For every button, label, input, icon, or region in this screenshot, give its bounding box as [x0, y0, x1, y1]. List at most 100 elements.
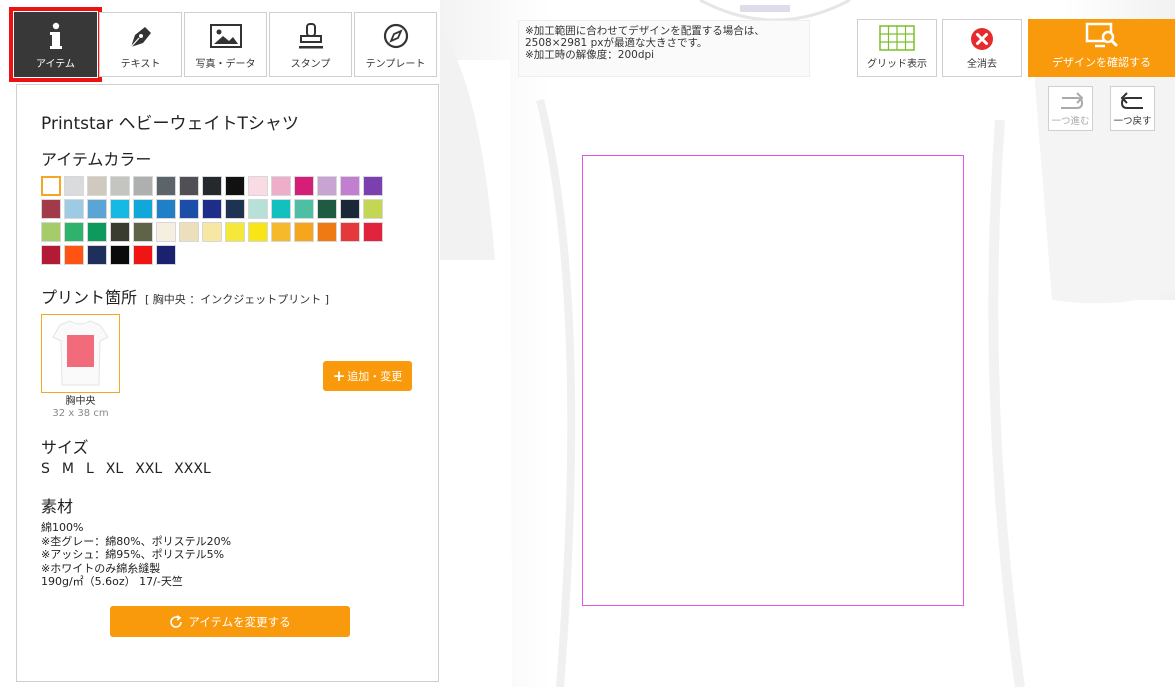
- print-location-thumbnail[interactable]: [41, 314, 120, 393]
- color-swatch[interactable]: [179, 176, 199, 196]
- redo-label: 一つ進む: [1051, 116, 1090, 127]
- color-swatch[interactable]: [202, 176, 222, 196]
- color-swatch[interactable]: [225, 199, 245, 219]
- color-swatch[interactable]: [317, 199, 337, 219]
- change-item-label: アイテムを変更する: [188, 614, 291, 629]
- color-swatch[interactable]: [156, 222, 176, 242]
- color-swatch[interactable]: [64, 176, 84, 196]
- tab-stamp-label: スタンプ: [290, 59, 331, 70]
- swatch-row: [41, 222, 421, 242]
- undo-button[interactable]: 一つ戻す: [1110, 86, 1155, 131]
- info-icon: [48, 21, 64, 51]
- add-change-label: 追加・変更: [347, 370, 403, 383]
- print-location-sub: [ 胸中央 ：インクジェットプリント ]: [145, 293, 330, 306]
- color-swatch[interactable]: [271, 222, 291, 242]
- size-list: S M L XL XXL XXXL: [41, 461, 211, 477]
- color-swatch[interactable]: [133, 199, 153, 219]
- size-option: S: [41, 461, 50, 477]
- redo-button[interactable]: 一つ進む: [1048, 86, 1093, 131]
- color-swatch[interactable]: [64, 245, 84, 265]
- tab-stamp[interactable]: スタンプ: [269, 12, 352, 77]
- clear-all-button[interactable]: 全消去: [942, 19, 1022, 77]
- tab-template-label: テンプレート: [365, 59, 426, 70]
- material-line: 190g/㎡（5.6oz） 17/-天竺: [41, 575, 183, 588]
- color-swatch[interactable]: [87, 245, 107, 265]
- color-swatch[interactable]: [225, 222, 245, 242]
- color-swatch[interactable]: [294, 176, 314, 196]
- tab-template[interactable]: テンプレート: [354, 12, 437, 77]
- color-swatch[interactable]: [248, 222, 268, 242]
- size-option: L: [85, 461, 94, 477]
- color-swatch[interactable]: [271, 176, 291, 196]
- tab-text[interactable]: テキスト: [99, 12, 182, 77]
- color-swatch[interactable]: [156, 199, 176, 219]
- grid-toggle-label: グリッド表示: [867, 59, 927, 70]
- color-swatch[interactable]: [271, 199, 291, 219]
- color-swatch[interactable]: [179, 199, 199, 219]
- color-swatch[interactable]: [225, 176, 245, 196]
- compass-icon: [382, 21, 410, 51]
- size-title: サイズ: [41, 438, 89, 457]
- material-line: ※ホワイトのみ綿糸縫製: [41, 561, 161, 575]
- undo-label: 一つ戻す: [1113, 116, 1152, 127]
- color-swatch[interactable]: [87, 199, 107, 219]
- clear-all-label: 全消去: [967, 59, 997, 70]
- color-swatch[interactable]: [133, 176, 153, 196]
- notice-line: ※加工時の解像度：200dpi: [525, 49, 655, 61]
- color-swatch[interactable]: [294, 199, 314, 219]
- change-item-button[interactable]: アイテムを変更する: [110, 606, 350, 637]
- material-line: ※杢グレー：綿80%、ポリステル20%: [41, 534, 232, 548]
- size-option: XL: [105, 461, 124, 477]
- grid-icon: [879, 25, 915, 51]
- tab-item-label: アイテム: [36, 59, 75, 70]
- color-swatch[interactable]: [317, 176, 337, 196]
- print-location-size: 32 x 38 cm: [52, 408, 109, 419]
- color-swatch[interactable]: [41, 176, 61, 196]
- color-swatch[interactable]: [110, 222, 130, 242]
- color-swatch[interactable]: [248, 199, 268, 219]
- color-swatch[interactable]: [41, 199, 61, 219]
- color-swatch[interactable]: [110, 199, 130, 219]
- color-swatch[interactable]: [110, 176, 130, 196]
- color-swatch[interactable]: [294, 222, 314, 242]
- close-circle-icon: [971, 28, 993, 50]
- color-swatch[interactable]: [41, 245, 61, 265]
- color-swatch[interactable]: [363, 199, 383, 219]
- color-swatch[interactable]: [340, 222, 360, 242]
- color-swatch[interactable]: [64, 199, 84, 219]
- color-swatch[interactable]: [202, 199, 222, 219]
- color-swatch[interactable]: [340, 176, 360, 196]
- material-title: 素材: [41, 497, 74, 516]
- color-swatch[interactable]: [64, 222, 84, 242]
- plus-icon: +: [332, 367, 346, 385]
- color-swatch[interactable]: [133, 245, 153, 265]
- color-swatches: [41, 176, 421, 268]
- tab-photo-data[interactable]: 写真・データ: [184, 12, 267, 77]
- print-location-caption: 胸中央 32 x 38 cm: [41, 396, 120, 420]
- color-swatch[interactable]: [156, 245, 176, 265]
- color-swatch[interactable]: [87, 222, 107, 242]
- color-swatch[interactable]: [248, 176, 268, 196]
- notice-line: ※加工範囲に合わせてデザインを配置する場合は、: [525, 25, 765, 37]
- grid-toggle-button[interactable]: グリッド表示: [857, 19, 937, 77]
- confirm-design-button[interactable]: デザインを確認する: [1028, 19, 1175, 77]
- item-color-title: アイテムカラー: [41, 150, 152, 169]
- tab-item[interactable]: アイテム: [9, 7, 102, 82]
- redo-icon: [1060, 92, 1083, 109]
- color-swatch[interactable]: [87, 176, 107, 196]
- color-swatch[interactable]: [363, 176, 383, 196]
- swatch-row: [41, 176, 421, 196]
- color-swatch[interactable]: [340, 199, 360, 219]
- color-swatch[interactable]: [41, 222, 61, 242]
- material-line: 綿100%: [41, 521, 84, 534]
- color-swatch[interactable]: [179, 222, 199, 242]
- color-swatch[interactable]: [156, 176, 176, 196]
- color-swatch[interactable]: [202, 222, 222, 242]
- color-swatch[interactable]: [133, 222, 153, 242]
- add-change-button[interactable]: + 追加・変更: [323, 361, 412, 391]
- monitor-search-icon: [1085, 22, 1117, 48]
- color-swatch[interactable]: [317, 222, 337, 242]
- notice-line: 2508×2981 pxが最適な大きさです。: [525, 37, 708, 49]
- color-swatch[interactable]: [110, 245, 130, 265]
- color-swatch[interactable]: [363, 222, 383, 242]
